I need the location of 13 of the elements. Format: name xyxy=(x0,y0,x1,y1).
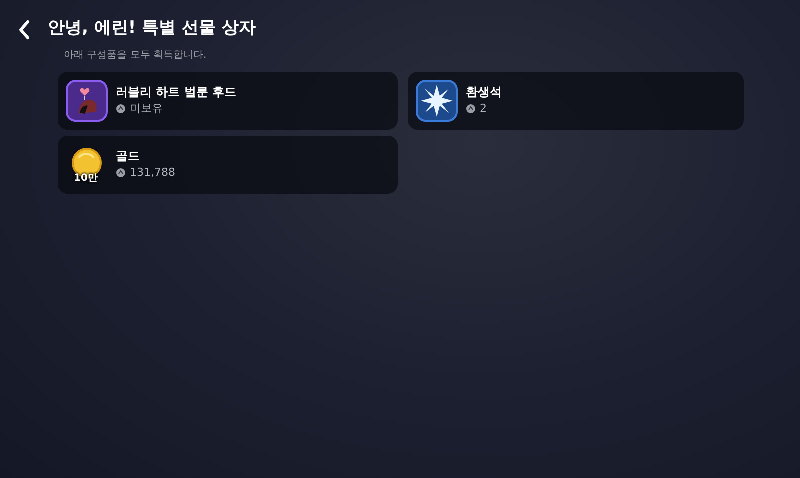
item-name: 러블리 하트 벌룬 후드 xyxy=(116,84,237,99)
page-title: 안녕, 에린! 특별 선물 상자 xyxy=(48,17,256,40)
owned-icon xyxy=(116,168,126,178)
hood-item-icon xyxy=(66,80,108,122)
amount-label: 10만 xyxy=(74,172,98,186)
owned-count: 2 xyxy=(480,100,487,117)
item-name: 환생석 xyxy=(466,84,502,99)
item-name: 골드 xyxy=(116,148,141,163)
owned-count: 미보유 xyxy=(130,100,163,117)
owned-count: 131,788 xyxy=(130,164,176,181)
owned-icon xyxy=(116,104,126,114)
owned-icon xyxy=(466,104,476,114)
subtitle: 아래 구성품을 모두 획득합니다. xyxy=(64,49,208,63)
